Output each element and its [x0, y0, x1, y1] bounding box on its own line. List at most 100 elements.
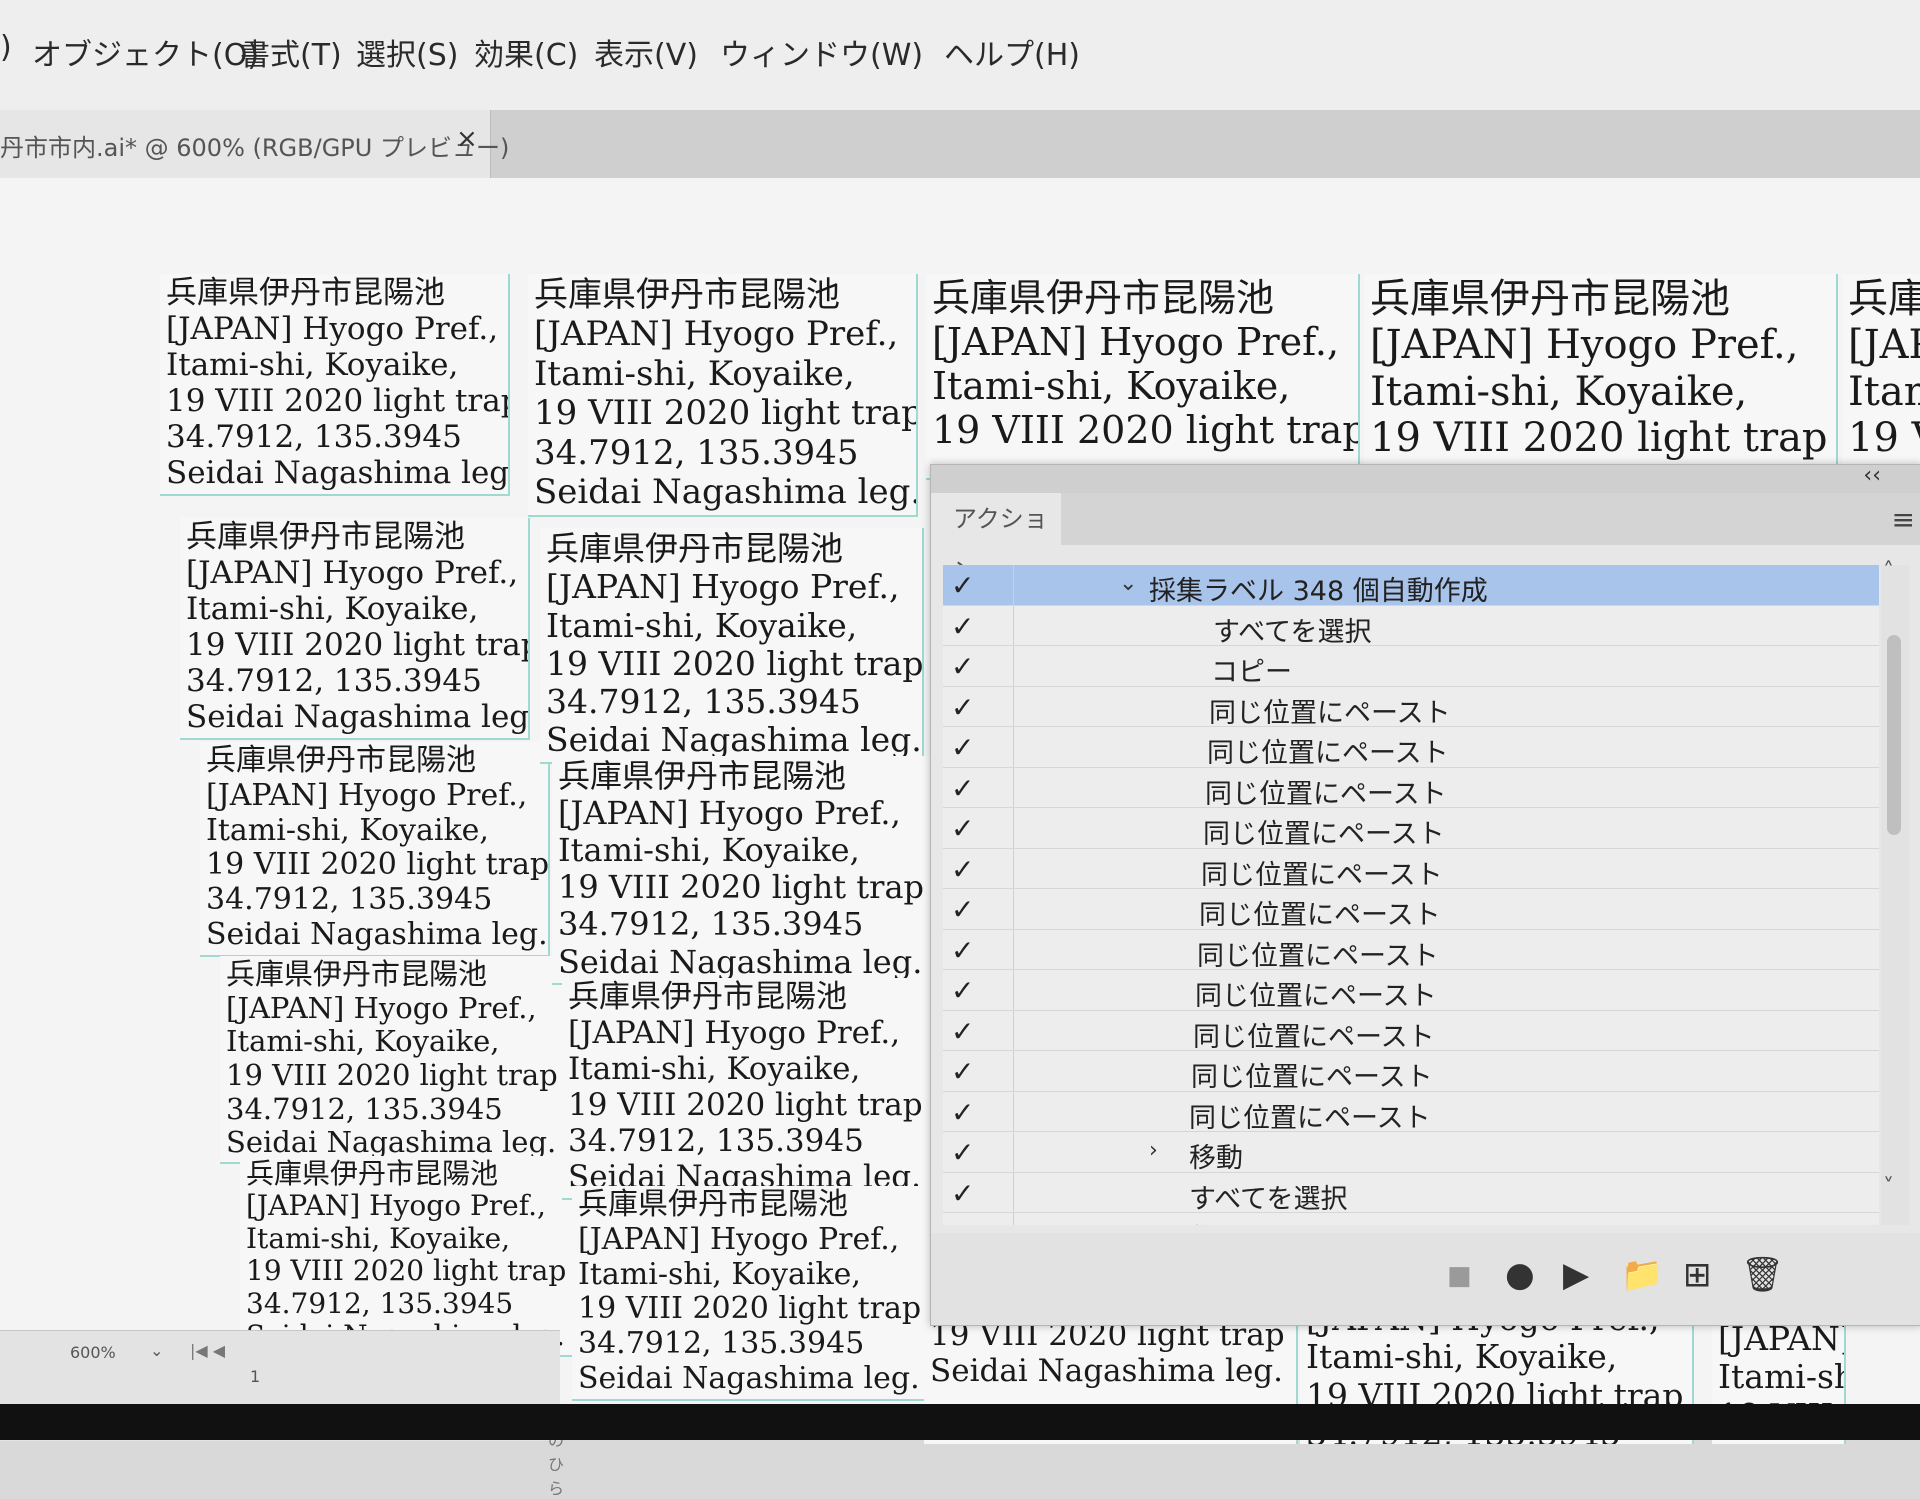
menu-view[interactable]: 表示(V) [594, 30, 698, 74]
action-step-label: 同じ位置にペースト [1209, 697, 1451, 729]
menu-select[interactable]: 選択(S) [356, 30, 458, 74]
label-city: Itami-shi, Koyaike, [1718, 1357, 1844, 1397]
action-step-label: 同じ位置にペースト [1193, 1021, 1435, 1053]
label-coords: 34.7912, 135.3945 [246, 1286, 514, 1320]
monitor-bezel [0, 1404, 1920, 1440]
scroll-up-icon[interactable]: ˄ [1883, 559, 1894, 584]
label-locality-jp: 兵庫県伊丹市昆陽池 [186, 519, 465, 555]
label-collector: Seidai Nagashima leg. [166, 454, 510, 491]
record-icon[interactable]: ● [1505, 1255, 1535, 1295]
toggle-check-icon[interactable]: ✓ [951, 934, 997, 967]
toggle-check-icon[interactable]: ✓ [951, 610, 997, 643]
artboard-nav-icon[interactable]: |◀ ◀ [190, 1341, 225, 1360]
specimen-label: 兵庫県伊丹市昆陽池 [JAPAN] Hyogo Pref., Itami-shi… [1842, 274, 1920, 480]
menu-object[interactable]: オブジェクト(O) [32, 30, 259, 74]
toggle-check-icon[interactable]: ✓ [951, 691, 997, 724]
stop-icon[interactable]: ■ [1447, 1261, 1472, 1291]
action-step-row[interactable]: ✓ 同じ位置にペースト [943, 929, 1879, 972]
column-divider [1013, 929, 1014, 969]
label-collector: Seidai Nagashima leg. [226, 1125, 557, 1160]
collapse-icon[interactable]: ‹‹ [1863, 463, 1881, 488]
toggle-check-icon[interactable]: ✓ [951, 1096, 997, 1129]
action-step-row[interactable]: ✓ 同じ位置にペースト [943, 970, 1879, 1012]
column-divider [1013, 1091, 1014, 1131]
toggle-check-icon[interactable]: ✓ [951, 1055, 997, 1088]
toggle-check-icon[interactable]: ✓ [951, 1217, 997, 1225]
menu-help[interactable]: ヘルプ(H) [944, 30, 1080, 74]
new-set-folder-icon[interactable]: 📁 [1621, 1255, 1663, 1295]
action-step-row[interactable]: ✓ 同じ位置にペースト [943, 1010, 1879, 1053]
toggle-check-icon[interactable]: ✓ [951, 1015, 997, 1048]
zoom-dropdown-icon[interactable]: ⌄ [150, 1341, 163, 1360]
action-step-label: 同じ位置にペースト [1189, 1102, 1431, 1134]
action-step-row[interactable]: ✓ 同じ位置にペースト [943, 848, 1879, 891]
action-step-row[interactable]: ✓ 同じ位置にペースト [943, 889, 1879, 931]
scrollbar-thumb[interactable] [1887, 635, 1901, 835]
menu-window[interactable]: ウィンドウ(W) [720, 30, 923, 74]
label-collector: Seidai Nagashima leg. [206, 916, 548, 952]
panel-title-strip[interactable]: ‹‹ [931, 463, 1920, 493]
chevron-right-icon[interactable]: › [1149, 1219, 1158, 1225]
action-step-row[interactable]: ✓ 同じ位置にペースト [943, 1091, 1879, 1134]
artboard-number[interactable]: 1 [250, 1367, 260, 1386]
chevron-right-icon[interactable]: › [1149, 1138, 1158, 1163]
action-step-row[interactable]: ✓ 同じ位置にペースト [943, 1051, 1879, 1093]
scroll-down-icon[interactable]: ˅ [1883, 1175, 1894, 1200]
toggle-check-icon[interactable]: ✓ [951, 974, 997, 1007]
label-locality-jp: 兵庫県伊丹市昆陽池 [558, 757, 847, 795]
actions-list[interactable]: ✓ ⌄ 採集ラベル 348 個自動作成 ✓ すべてを選択 ✓ コピー ✓ 同じ位… [943, 565, 1879, 1225]
column-divider [1013, 1172, 1014, 1212]
chevron-down-icon[interactable]: ⌄ [1119, 571, 1137, 596]
action-step-row[interactable]: ✓ 同じ位置にペースト [943, 727, 1879, 769]
toggle-check-icon[interactable]: ✓ [951, 1136, 997, 1169]
action-step-label: すべてを選択 [1189, 1183, 1348, 1215]
specimen-label: 兵庫県伊丹市昆陽池 [JAPAN] Hyogo Pref., Itami-shi… [1364, 274, 1838, 480]
action-step-row[interactable]: ✓ › 整列 [943, 1213, 1879, 1225]
toggle-check-icon[interactable]: ✓ [951, 731, 997, 764]
action-step-row[interactable]: ✓ すべてを選択 [943, 605, 1879, 648]
document-tab[interactable]: 丹市市内.ai* @ 600% (RGB/GPU プレビュー) × [0, 110, 509, 178]
toggle-check-icon[interactable]: ✓ [951, 772, 997, 805]
label-city: Itami-shi, Koyaike, [186, 590, 479, 627]
label-country: [JAPAN] Hyogo Pref., [568, 1014, 901, 1051]
action-step-label: コピー [1211, 657, 1292, 688]
panel-menu-icon[interactable]: ≡ [1892, 503, 1915, 536]
action-step-label: すべてを選択 [1213, 616, 1372, 648]
action-step-label: 同じ位置にペースト [1197, 940, 1439, 972]
specimen-label: 兵庫県伊丹市昆陽池 [JAPAN] Hyogo Pref., Itami-shi… [540, 528, 924, 764]
label-locality-jp: 兵庫県伊丹市昆陽池 [206, 743, 476, 778]
new-action-icon[interactable]: ⊞ [1683, 1255, 1712, 1295]
panel-tab-row: アクション ≡ [931, 493, 1920, 585]
toggle-check-icon[interactable]: ✓ [951, 853, 997, 886]
label-locality-jp: 兵庫県伊丹市昆陽池 [1848, 276, 1920, 322]
trash-icon[interactable]: 🗑 [1741, 1255, 1784, 1295]
toggle-check-icon[interactable]: ✓ [951, 893, 997, 926]
action-step-row[interactable]: ✓ 同じ位置にペースト [943, 686, 1879, 729]
menu-type[interactable]: 書式(T) [240, 30, 342, 74]
toggle-check-icon[interactable]: ✓ [951, 569, 997, 602]
close-icon[interactable]: × [456, 124, 478, 154]
label-coords: 34.7912, 135.3945 [206, 882, 493, 918]
actions-scrollbar[interactable]: ˄ ˅ [1881, 559, 1909, 1225]
action-step-row[interactable]: ✓ コピー [943, 646, 1879, 688]
label-locality-jp: 兵庫県伊丹市昆陽池 [1370, 276, 1730, 322]
play-icon[interactable]: ▶ [1563, 1255, 1589, 1295]
action-step-row[interactable]: ✓ 同じ位置にペースト [943, 808, 1879, 850]
toggle-check-icon[interactable]: ✓ [951, 1177, 997, 1210]
action-step-row[interactable]: ✓ すべてを選択 [943, 1172, 1879, 1215]
action-step-row[interactable]: ✓ 同じ位置にペースト [943, 767, 1879, 810]
action-step-row[interactable]: ✓ › 移動 [943, 1132, 1879, 1174]
label-collector: Seidai Nagashima leg. [186, 698, 530, 735]
specimen-label: 兵庫県伊丹市昆陽池 [JAPAN] Hyogo Pref., Itami-shi… [180, 518, 530, 740]
label-date: 19 VIII 2020 light trap [932, 408, 1360, 453]
toggle-check-icon[interactable]: ✓ [951, 812, 997, 845]
menu-effect[interactable]: 効果(C) [474, 30, 578, 74]
action-set-row[interactable]: ✓ ⌄ 採集ラベル 348 個自動作成 [943, 565, 1879, 607]
label-city: Itami-shi, Koyaike, [558, 831, 860, 870]
toggle-check-icon[interactable]: ✓ [951, 650, 997, 683]
column-divider [1013, 1132, 1014, 1172]
label-date: 19 VIII 2020 light trap [534, 393, 918, 434]
label-coords: 34.7912, 135.3945 [578, 1326, 865, 1362]
tab-actions[interactable]: アクション [931, 493, 1061, 585]
zoom-level[interactable]: 600% [70, 1343, 116, 1362]
